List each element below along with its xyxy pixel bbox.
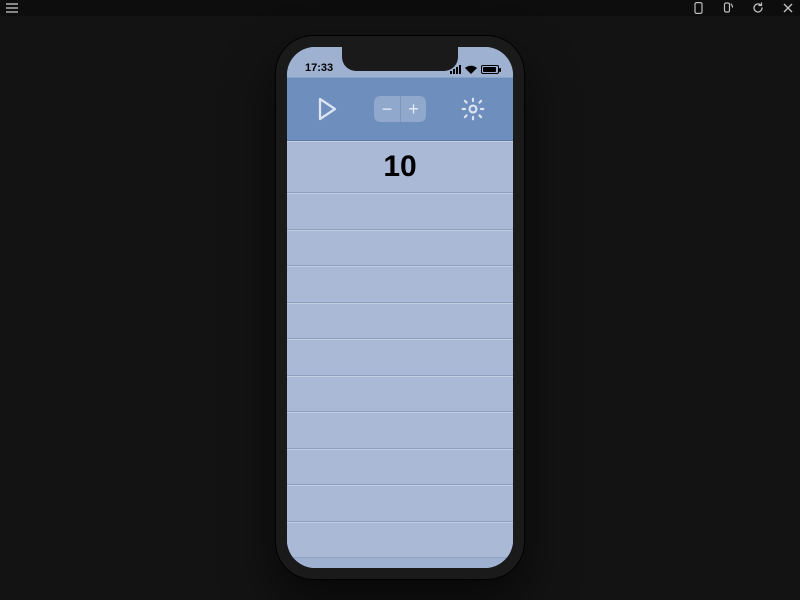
stepper-minus-button[interactable]: − — [374, 96, 400, 122]
ide-bar-right — [692, 2, 794, 14]
list-row[interactable] — [287, 522, 513, 559]
menu-icon[interactable] — [6, 2, 18, 14]
list-row[interactable] — [287, 485, 513, 522]
wifi-icon — [465, 65, 477, 74]
list-row[interactable] — [287, 193, 513, 230]
list-row[interactable] — [287, 449, 513, 486]
stepper-plus-button[interactable]: + — [400, 96, 426, 122]
list-row[interactable] — [287, 303, 513, 340]
list-row[interactable] — [287, 376, 513, 413]
count-stepper: − + — [374, 96, 426, 122]
count-value-row[interactable]: 10 — [287, 141, 513, 193]
battery-icon — [481, 65, 499, 74]
play-button[interactable] — [312, 94, 342, 124]
settings-button[interactable] — [458, 94, 488, 124]
ide-bar-left — [6, 2, 18, 14]
phone-screen: 17:33 − + — [287, 47, 513, 568]
device-icon[interactable] — [692, 2, 704, 14]
list-row[interactable] — [287, 412, 513, 449]
list-row[interactable] — [287, 266, 513, 303]
rotate-device-icon[interactable] — [722, 2, 734, 14]
count-value: 10 — [383, 150, 416, 184]
phone-notch — [342, 47, 458, 71]
status-indicators — [450, 65, 499, 74]
ide-top-bar — [0, 0, 800, 16]
list-row[interactable] — [287, 339, 513, 376]
status-time: 17:33 — [305, 62, 333, 74]
count-list[interactable]: 10 — [287, 141, 513, 568]
reload-icon[interactable] — [752, 2, 764, 14]
list-row[interactable] — [287, 230, 513, 267]
close-icon[interactable] — [782, 2, 794, 14]
phone-mock: 17:33 − + — [275, 35, 525, 580]
app-toolbar: − + — [287, 77, 513, 141]
